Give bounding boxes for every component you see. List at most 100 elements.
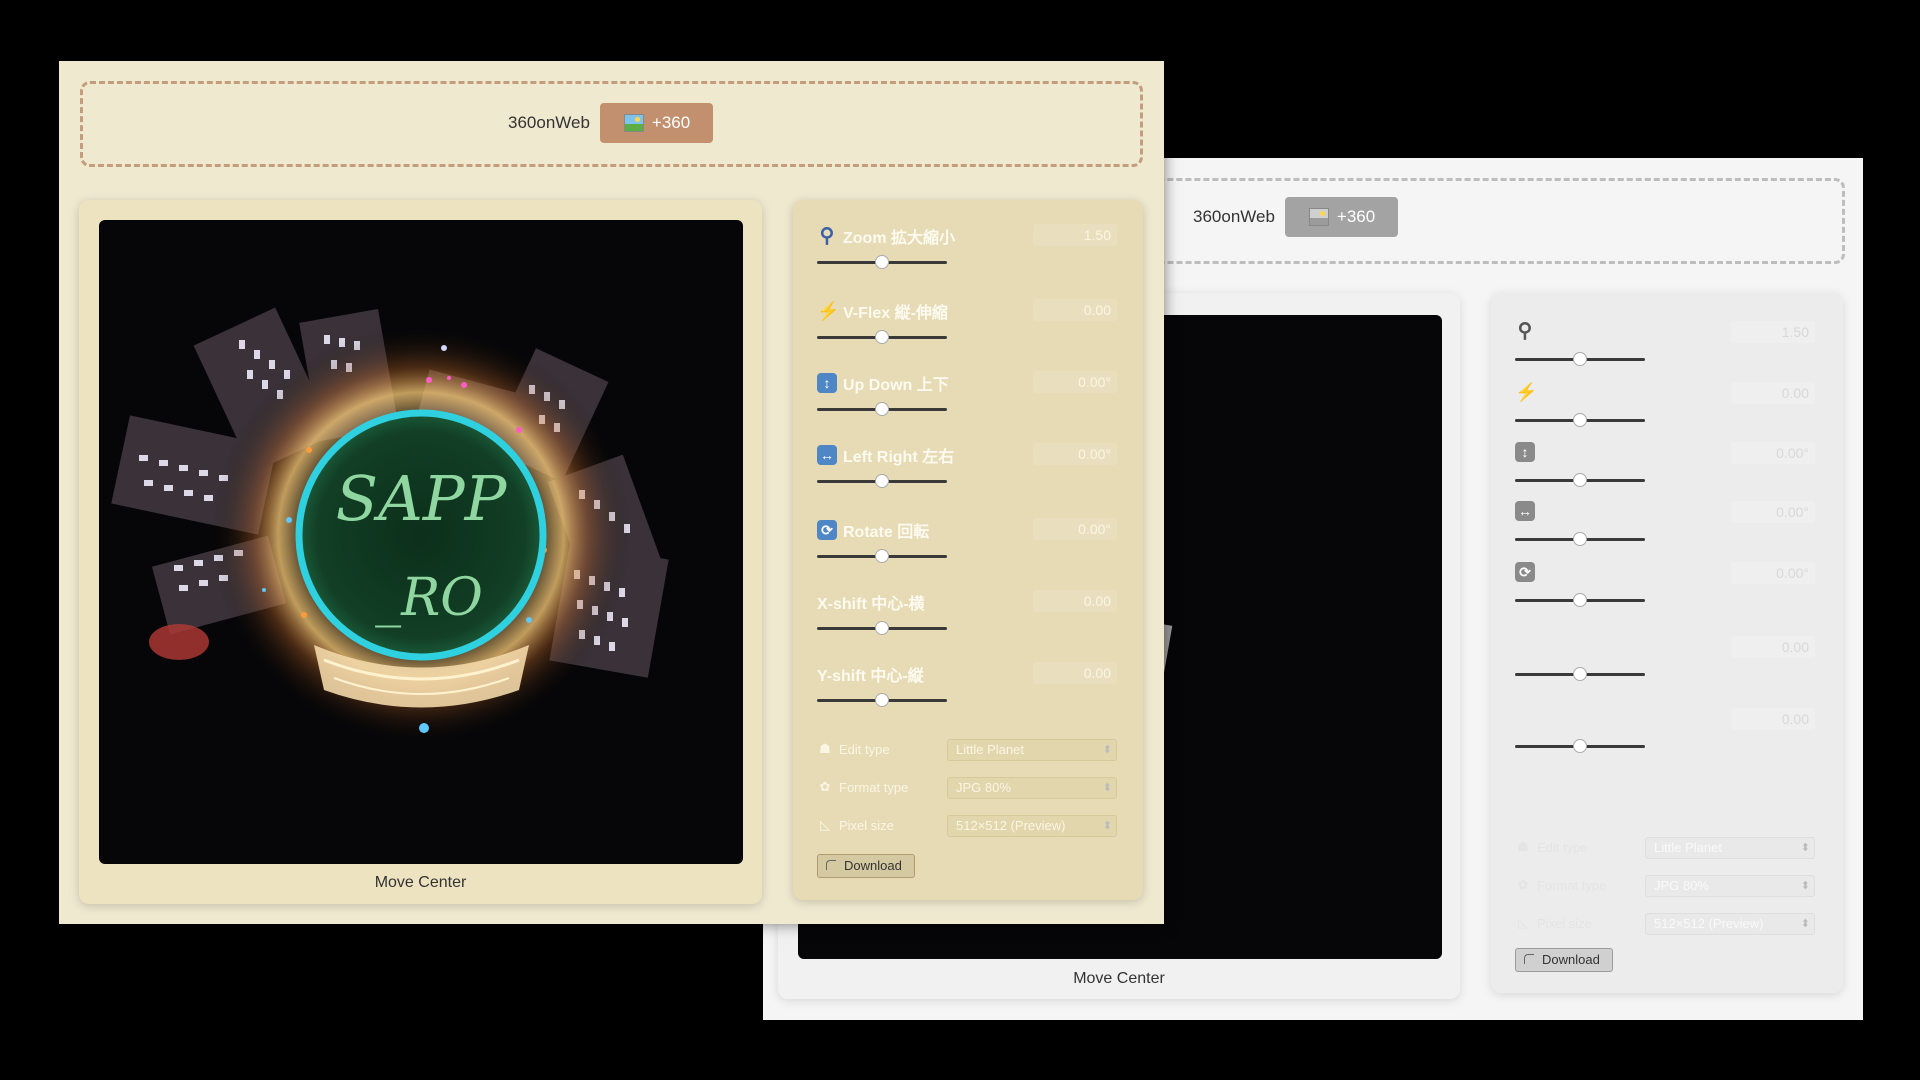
up-down-arrow-icon: ↕ <box>817 373 837 393</box>
back-vflex-value[interactable]: 0.00 <box>1731 382 1815 404</box>
picture-icon <box>623 114 644 132</box>
slider-thumb[interactable] <box>875 330 889 344</box>
preview-canvas[interactable]: SAPP _RO <box>99 220 743 864</box>
vflex-slider[interactable] <box>817 330 947 344</box>
xshift-label: X-shift 中心-横 <box>817 596 925 613</box>
rotate-slider[interactable] <box>817 549 947 563</box>
slider-thumb[interactable] <box>1573 532 1587 546</box>
back-rotate-value[interactable]: 0.00° <box>1731 562 1815 584</box>
back-yshift-slider-row: 0.00 <box>1515 708 1815 768</box>
viewer-panel: SAPP _RO Move Center <box>79 200 762 904</box>
slider-thumb[interactable] <box>875 255 889 269</box>
lightning-icon: ⚡ <box>1515 382 1538 402</box>
slider-thumb[interactable] <box>875 549 889 563</box>
triangle-ruler-icon: ◺ <box>1518 915 1528 930</box>
pixel-size-label: Pixel size <box>839 817 894 833</box>
yshift-value[interactable]: 0.00 <box>1033 662 1117 684</box>
rotate-slider-row: ⟳ Rotate 回転 0.00° <box>817 518 1117 578</box>
vflex-slider-row: ⚡ V-Flex 縦-伸縮 0.00 <box>817 299 1117 359</box>
back-updown-value[interactable]: 0.00° <box>1731 442 1815 464</box>
back-rotate-slider-row: ⟳ 0.00° <box>1515 562 1815 622</box>
palette-icon: ✿ <box>1517 877 1529 892</box>
back-format-type-select[interactable]: JPG 80% <box>1645 875 1815 897</box>
zoom-slider-row: ⚲ Zoom 拡大縮小 1.50 <box>817 224 1117 284</box>
back-updown-slider-row: ↕ 0.00° <box>1515 442 1815 502</box>
front-app-window: 360onWeb +360 SAPP _RO Move Center ⚲ Zoo… <box>59 61 1164 924</box>
yshift-label: Y-shift 中心-縦 <box>817 668 924 685</box>
palette-icon: ✿ <box>819 779 831 794</box>
planet-text-bottom: _RO <box>375 568 483 628</box>
slider-thumb[interactable] <box>875 621 889 635</box>
back-edit-type-row: ☗ Edit type Little Planet <box>1515 837 1815 861</box>
slider-thumb[interactable] <box>875 474 889 488</box>
rotate-icon: ⟳ <box>817 520 837 540</box>
edit-type-select[interactable]: Little Planet <box>947 739 1117 761</box>
back-download-button[interactable]: Download <box>1515 948 1613 972</box>
edit-type-icon: ☗ <box>819 741 831 756</box>
back-pixel-size-row: ◺ Pixel size 512×512 (Preview) <box>1515 913 1815 937</box>
vflex-label: V-Flex 縦-伸縮 <box>843 305 948 322</box>
slider-thumb[interactable] <box>1573 739 1587 753</box>
back-control-panel: ⚲ 1.50 ⚡ 0.00 ↕ 0.00° ↔ 0.00° ⟳ 0.00° 0.… <box>1491 293 1843 993</box>
slider-thumb[interactable] <box>1573 593 1587 607</box>
slider-thumb[interactable] <box>875 693 889 707</box>
back-edit-type-select[interactable]: Little Planet <box>1645 837 1815 859</box>
triangle-ruler-icon: ◺ <box>820 817 830 832</box>
add-360-button[interactable]: +360 <box>599 103 714 143</box>
front-drop-zone[interactable]: 360onWeb +360 <box>80 81 1143 167</box>
back-brand-label: 360onWeb <box>1193 207 1275 226</box>
move-center-label[interactable]: Move Center <box>79 874 762 892</box>
xshift-slider-row: X-shift 中心-横 0.00 <box>817 590 1117 650</box>
leftright-slider-row: ↔ Left Right 左右 0.00° <box>817 443 1117 503</box>
back-leftright-value[interactable]: 0.00° <box>1731 501 1815 523</box>
back-pixel-size-select[interactable]: 512×512 (Preview) <box>1645 913 1815 935</box>
brand-label: 360onWeb <box>508 113 590 132</box>
updown-slider-row: ↕ Up Down 上下 0.00° <box>817 371 1117 431</box>
back-leftright-slider-row: ↔ 0.00° <box>1515 501 1815 561</box>
back-rotate-slider[interactable] <box>1515 593 1645 607</box>
back-zoom-value[interactable]: 1.50 <box>1731 321 1815 343</box>
back-zoom-slider[interactable] <box>1515 352 1645 366</box>
zoom-icon: ⚲ <box>1517 320 1533 342</box>
zoom-label: Zoom 拡大縮小 <box>843 230 955 247</box>
updown-value[interactable]: 0.00° <box>1033 371 1117 393</box>
xshift-slider[interactable] <box>817 621 947 635</box>
back-xshift-slider-row: 0.00 <box>1515 636 1815 696</box>
little-planet-image: SAPP _RO <box>111 307 669 745</box>
slider-thumb[interactable] <box>875 402 889 416</box>
xshift-value[interactable]: 0.00 <box>1033 590 1117 612</box>
back-move-center-label[interactable]: Move Center <box>778 970 1460 988</box>
edit-type-icon: ☗ <box>1517 839 1529 854</box>
lightning-icon: ⚡ <box>817 301 840 321</box>
updown-slider[interactable] <box>817 402 947 416</box>
yshift-slider[interactable] <box>817 693 947 707</box>
back-yshift-value[interactable]: 0.00 <box>1731 708 1815 730</box>
rotate-label: Rotate 回転 <box>843 524 930 541</box>
back-xshift-slider[interactable] <box>1515 667 1645 681</box>
slider-thumb[interactable] <box>1573 352 1587 366</box>
vflex-value[interactable]: 0.00 <box>1033 299 1117 321</box>
pixel-size-select[interactable]: 512×512 (Preview) <box>947 815 1117 837</box>
back-updown-slider[interactable] <box>1515 473 1645 487</box>
leftright-slider[interactable] <box>817 474 947 488</box>
slider-thumb[interactable] <box>1573 667 1587 681</box>
back-zoom-slider-row: ⚲ 1.50 <box>1515 321 1815 381</box>
download-button[interactable]: Download <box>817 854 915 878</box>
back-xshift-value[interactable]: 0.00 <box>1731 636 1815 658</box>
picture-icon <box>1308 208 1329 226</box>
back-yshift-slider[interactable] <box>1515 739 1645 753</box>
zoom-value[interactable]: 1.50 <box>1033 224 1117 246</box>
slider-thumb[interactable] <box>1573 413 1587 427</box>
yshift-slider-row: Y-shift 中心-縦 0.00 <box>817 662 1117 722</box>
format-type-row: ✿ Format type JPG 80% <box>817 777 1117 801</box>
updown-label: Up Down 上下 <box>843 377 949 394</box>
zoom-slider[interactable] <box>817 255 947 269</box>
back-vflex-slider-row: ⚡ 0.00 <box>1515 382 1815 442</box>
back-add-360-button[interactable]: +360 <box>1284 197 1399 237</box>
format-type-select[interactable]: JPG 80% <box>947 777 1117 799</box>
leftright-value[interactable]: 0.00° <box>1033 443 1117 465</box>
rotate-value[interactable]: 0.00° <box>1033 518 1117 540</box>
slider-thumb[interactable] <box>1573 473 1587 487</box>
back-leftright-slider[interactable] <box>1515 532 1645 546</box>
back-vflex-slider[interactable] <box>1515 413 1645 427</box>
